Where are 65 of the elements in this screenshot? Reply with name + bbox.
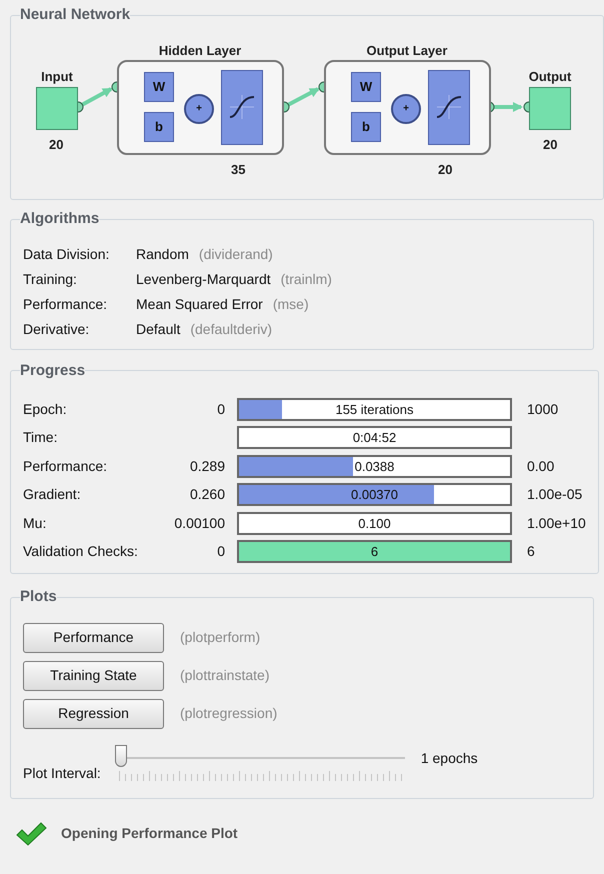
interval-label: Plot Interval: <box>23 764 101 782</box>
progress-label: Epoch: <box>23 400 68 419</box>
weight-block: W <box>144 72 174 102</box>
progress-value: 0.00370 <box>351 486 398 504</box>
progress-label: Validation Checks: <box>23 542 139 562</box>
bias-block: b <box>144 112 174 142</box>
plot-function: (plottrainstate) <box>180 666 270 685</box>
algorithm-function: (mse) <box>272 294 309 314</box>
progress-value: 0.0388 <box>354 458 394 476</box>
end-value: 6 <box>527 542 535 562</box>
algorithm-function: (dividerand) <box>198 244 273 264</box>
progress-label: Performance: <box>23 456 108 476</box>
algorithm-value: Levenberg-Marquardt <box>136 270 271 289</box>
bias-block: b <box>351 112 381 142</box>
layer-size: 20 <box>438 160 452 178</box>
algorithm-value: Default <box>136 320 180 338</box>
output-size: 20 <box>543 136 558 154</box>
progress-label: Gradient: <box>23 485 82 504</box>
progress-value: 6 <box>370 543 378 561</box>
layer-title: Hidden Layer <box>158 42 242 60</box>
section-title: Neural Network <box>20 5 130 25</box>
start-value: 0 <box>217 400 225 419</box>
algorithm-function: (trainlm) <box>280 270 332 289</box>
input-size: 20 <box>49 136 64 154</box>
output-label: Output <box>528 68 572 86</box>
output-block <box>529 86 571 130</box>
weight-block: W <box>351 72 381 102</box>
checkmark-icon <box>15 820 47 846</box>
layer-title: Output Layer <box>366 42 448 60</box>
section-title: Progress <box>20 360 86 380</box>
algorithm-label: Performance: <box>23 294 108 314</box>
algorithm-label: Derivative: <box>23 320 90 338</box>
interval-slider[interactable] <box>114 742 405 782</box>
algorithm-label: Data Division: <box>23 244 110 264</box>
progress-label: Time: <box>23 428 58 448</box>
algorithm-value: Mean Squared Error <box>136 294 263 314</box>
interval-reading: 1 epochs <box>420 748 478 768</box>
start-value: 0.00100 <box>174 514 225 533</box>
plot-function: (plotregression) <box>180 704 278 723</box>
slider-thumb[interactable] <box>114 744 127 766</box>
end-value: 1.00e-05 <box>527 485 582 504</box>
plot-button[interactable]: Regression <box>23 698 164 728</box>
progress-label: Mu: <box>23 514 48 533</box>
algorithm-value: Random <box>136 244 189 264</box>
section-title: Algorithms <box>20 209 100 229</box>
plot-function: (plotperform) <box>180 628 260 647</box>
start-value: 0.289 <box>190 456 225 476</box>
algorithm-label: Training: <box>23 270 78 289</box>
plot-button[interactable]: Performance <box>23 622 164 652</box>
input-block <box>36 86 78 130</box>
sigmoid-icon <box>227 92 257 122</box>
sigmoid-icon <box>434 92 464 122</box>
slider-ticks-icon <box>118 770 403 780</box>
progress-value: 155 iterations <box>335 400 414 418</box>
algorithm-function: (defaultderiv) <box>190 320 272 339</box>
end-value: 0.00 <box>527 456 554 476</box>
plot-button[interactable]: Training State <box>23 660 164 690</box>
input-label: Input <box>40 68 74 86</box>
end-value: 1.00e+10 <box>527 514 586 533</box>
layer-size: 35 <box>231 160 246 178</box>
start-value: 0.260 <box>190 485 225 504</box>
status-message: Opening Performance Plot <box>61 824 238 843</box>
section-title: Plots <box>20 587 57 607</box>
start-value: 0 <box>217 542 225 562</box>
end-value: 1000 <box>527 400 558 419</box>
